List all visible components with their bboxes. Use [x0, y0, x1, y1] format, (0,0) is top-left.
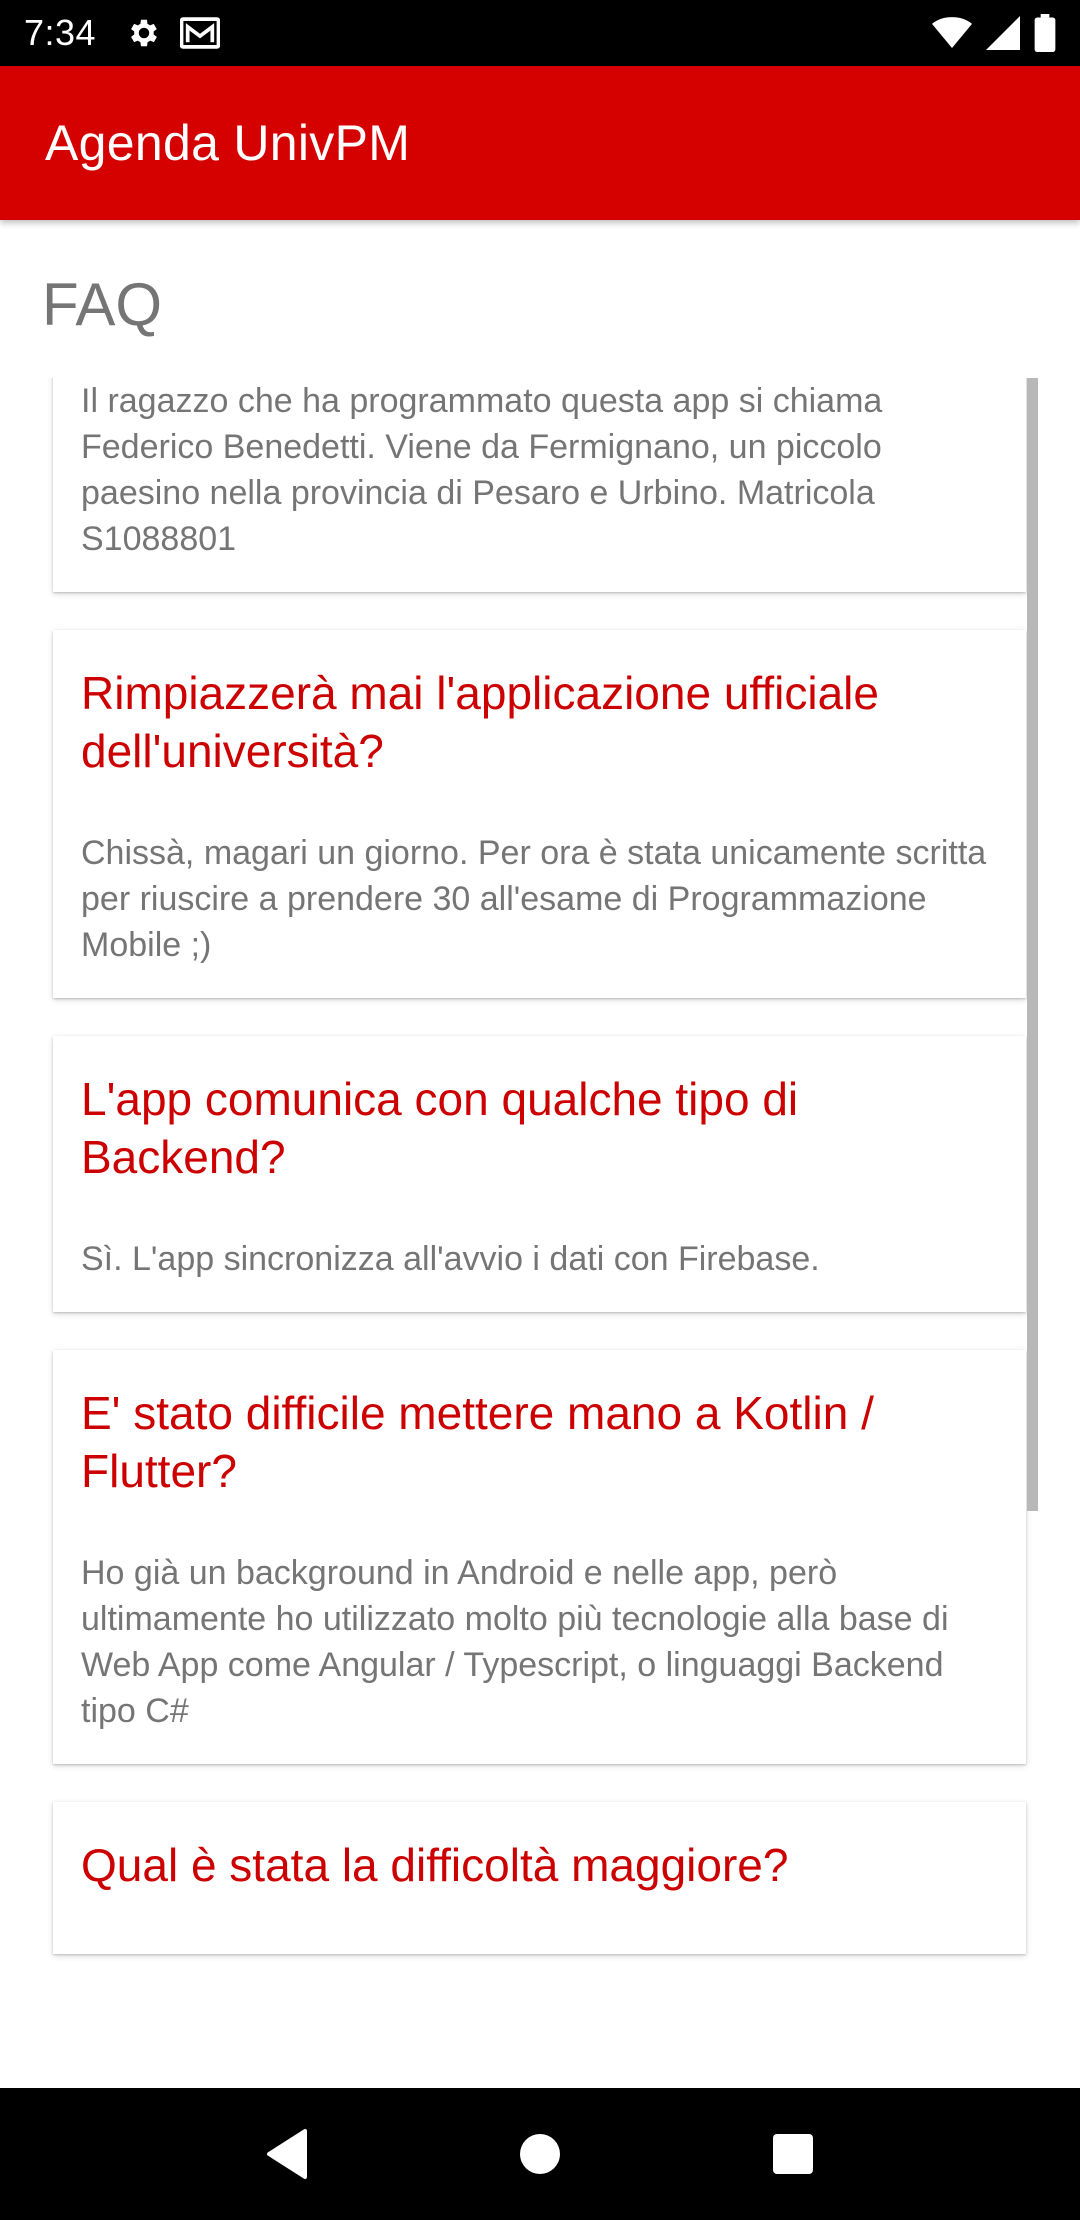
faq-card: E' stato difficile mettere mano a Kotlin…: [53, 1350, 1026, 1764]
faq-answer: Il ragazzo che ha programmato questa app…: [81, 382, 883, 558]
signal-icon: [986, 16, 1020, 50]
status-left-icons: [126, 15, 221, 51]
gmail-icon: [180, 16, 221, 50]
scrollbar[interactable]: [1027, 378, 1038, 1511]
recents-icon[interactable]: [748, 2109, 838, 2199]
nav-bar: [0, 2088, 1080, 2220]
faq-answer: Ho già un background in Android e nelle …: [81, 1554, 949, 1730]
screen: 7:34 Agenda UnivPM FAQ Da chi è: [0, 0, 1080, 2220]
faq-question: L'app comunica con qualche tipo di Backe…: [81, 1073, 799, 1183]
faq-card: Da chi è stata scritta questa app?Il rag…: [53, 378, 1026, 592]
faq-question: Qual è stata la difficoltà maggiore?: [81, 1839, 789, 1891]
status-right-icons: [932, 14, 1056, 52]
faq-card: Rimpiazzerà mai l'applicazione ufficiale…: [53, 630, 1026, 998]
back-icon[interactable]: [242, 2109, 332, 2199]
status-time: 7:34: [24, 12, 97, 53]
faq-card: Qual è stata la difficoltà maggiore?: [53, 1802, 1026, 1954]
faq-answer: Chissà, magari un giorno. Per ora è stat…: [81, 834, 987, 964]
app-bar: Agenda UnivPM: [0, 66, 1080, 220]
page-title: FAQ: [42, 271, 163, 338]
status-bar: 7:34: [0, 0, 1080, 66]
battery-icon: [1034, 14, 1056, 52]
faq-answer: Sì. L'app sincronizza all'avvio i dati c…: [81, 1240, 820, 1278]
faq-question: Rimpiazzerà mai l'applicazione ufficiale…: [81, 667, 879, 777]
faq-list[interactable]: Da chi è stata scritta questa app?Il rag…: [0, 378, 1080, 2026]
faq-question: E' stato difficile mettere mano a Kotlin…: [81, 1387, 874, 1497]
gear-icon: [126, 15, 162, 51]
faq-card: L'app comunica con qualche tipo di Backe…: [53, 1036, 1026, 1312]
wifi-icon: [932, 16, 972, 50]
app-title: Agenda UnivPM: [45, 115, 411, 171]
content[interactable]: FAQ Da chi è stata scritta questa app?Il…: [0, 220, 1080, 2088]
home-icon[interactable]: [495, 2109, 585, 2199]
